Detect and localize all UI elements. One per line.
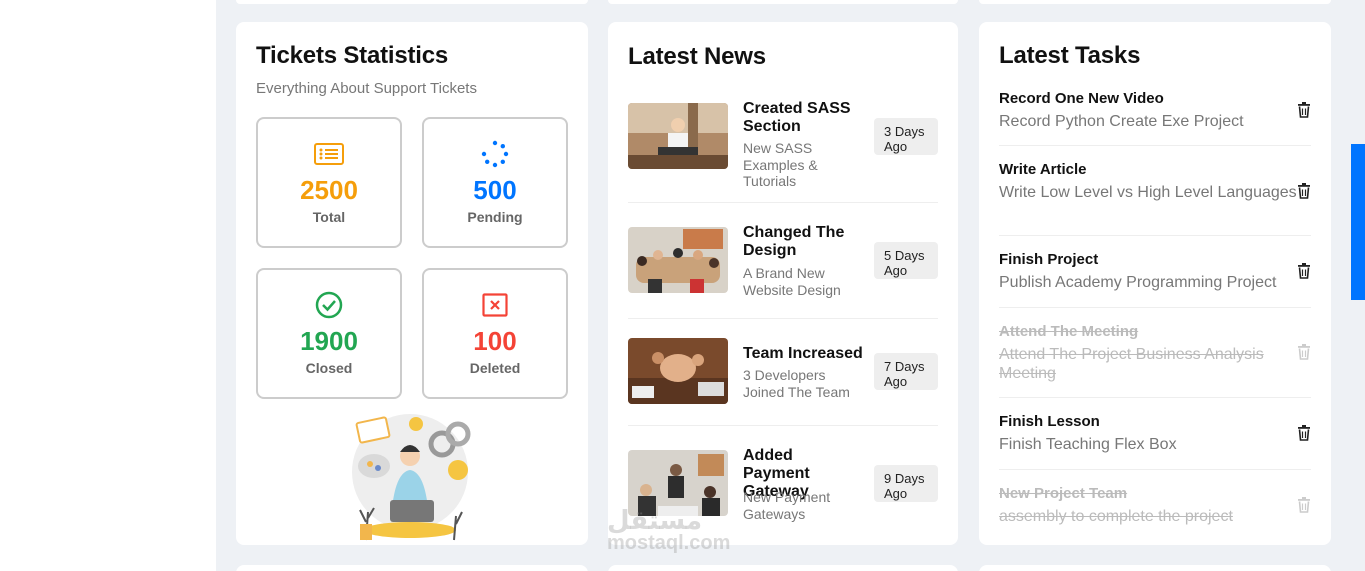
stat-total: 2500 Total bbox=[256, 117, 402, 248]
trash-icon[interactable] bbox=[1297, 497, 1311, 513]
list-icon bbox=[258, 141, 400, 167]
x-square-icon bbox=[424, 292, 566, 318]
news-item-date: 9 Days Ago bbox=[874, 465, 938, 502]
tickets-statistics-card: Tickets Statistics Everything About Supp… bbox=[236, 22, 588, 545]
divider bbox=[999, 469, 1311, 470]
watermark: مستقل mostaql.com bbox=[607, 505, 730, 555]
news-item-desc: New SASS Examples & Tutorials bbox=[743, 140, 818, 189]
task-item[interactable]: Finish Project Publish Academy Programmi… bbox=[999, 251, 1311, 292]
news-item-title: Changed The Design bbox=[743, 224, 845, 259]
tickets-subtitle: Everything About Support Tickets bbox=[256, 80, 477, 97]
task-title: Finish Project bbox=[999, 251, 1099, 268]
task-title: New Project Team bbox=[999, 485, 1128, 502]
stat-total-label: Total bbox=[312, 209, 346, 225]
trash-icon[interactable] bbox=[1297, 102, 1311, 118]
task-desc: Attend The Project Business Analysis Mee… bbox=[999, 346, 1264, 382]
news-image bbox=[628, 338, 728, 404]
task-item[interactable]: Write Article Write Low Level vs High Le… bbox=[999, 161, 1311, 202]
divider bbox=[999, 145, 1311, 146]
divider bbox=[999, 307, 1311, 308]
stat-pending: 500 Pending bbox=[422, 117, 568, 248]
news-title: Latest News bbox=[628, 43, 766, 70]
card-above-2 bbox=[608, 0, 958, 4]
side-scroll-indicator[interactable] bbox=[1351, 144, 1365, 300]
divider bbox=[999, 235, 1311, 236]
task-desc: Write Low Level vs High Level Languages bbox=[999, 184, 1297, 201]
news-item-desc: New Payment Gateways bbox=[743, 489, 831, 522]
stat-closed: 1900 Closed bbox=[256, 268, 402, 399]
card-below-3 bbox=[979, 565, 1331, 571]
latest-tasks-card: Latest Tasks Record One New Video Record… bbox=[979, 22, 1331, 545]
task-desc: assembly to complete the project bbox=[999, 508, 1233, 525]
support-illustration bbox=[346, 412, 486, 542]
news-image bbox=[628, 227, 728, 293]
stat-closed-value: 1900 bbox=[300, 326, 358, 356]
latest-news-card: Latest News Created SASS Section New SAS… bbox=[608, 22, 958, 545]
trash-icon[interactable] bbox=[1297, 183, 1311, 199]
trash-icon[interactable] bbox=[1297, 425, 1311, 441]
tasks-title: Latest Tasks bbox=[999, 42, 1141, 69]
divider bbox=[628, 318, 938, 319]
card-above-3 bbox=[979, 0, 1331, 4]
news-image bbox=[628, 103, 728, 169]
news-item-date: 5 Days Ago bbox=[874, 242, 938, 279]
stat-deleted: 100 Deleted bbox=[422, 268, 568, 399]
trash-icon[interactable] bbox=[1297, 344, 1311, 360]
trash-icon[interactable] bbox=[1297, 263, 1311, 279]
stat-closed-label: Closed bbox=[305, 360, 353, 376]
task-title: Finish Lesson bbox=[999, 413, 1100, 430]
task-item[interactable]: Attend The Meeting Attend The Project Bu… bbox=[999, 323, 1311, 383]
news-item-desc: A Brand New Website Design bbox=[743, 265, 841, 298]
news-item-desc: 3 Developers Joined The Team bbox=[743, 367, 850, 400]
sidebar bbox=[0, 0, 216, 571]
task-desc: Record Python Create Exe Project bbox=[999, 113, 1244, 130]
task-item[interactable]: New Project Team assembly to complete th… bbox=[999, 485, 1311, 526]
tickets-title: Tickets Statistics bbox=[256, 42, 449, 69]
news-item-date: 7 Days Ago bbox=[874, 353, 938, 390]
card-above-1 bbox=[236, 0, 588, 4]
card-below-1 bbox=[236, 565, 588, 571]
news-item-date: 3 Days Ago bbox=[874, 118, 938, 155]
task-item[interactable]: Finish Lesson Finish Teaching Flex Box bbox=[999, 413, 1311, 454]
watermark-latin: mostaql.com bbox=[607, 532, 731, 554]
divider bbox=[999, 397, 1311, 398]
task-title: Write Article bbox=[999, 161, 1087, 178]
news-item-title: Team Increased bbox=[743, 345, 863, 362]
stat-total-value: 2500 bbox=[300, 175, 358, 205]
task-title: Record One New Video bbox=[999, 90, 1164, 107]
divider bbox=[628, 425, 938, 426]
task-desc: Finish Teaching Flex Box bbox=[999, 436, 1177, 453]
stat-pending-label: Pending bbox=[467, 209, 523, 225]
stat-pending-value: 500 bbox=[473, 175, 517, 205]
divider bbox=[628, 202, 938, 203]
task-desc: Publish Academy Programming Project bbox=[999, 274, 1277, 291]
stat-deleted-label: Deleted bbox=[469, 360, 521, 376]
task-item[interactable]: Record One New Video Record Python Creat… bbox=[999, 90, 1311, 131]
task-title: Attend The Meeting bbox=[999, 323, 1139, 340]
card-below-2 bbox=[608, 565, 958, 571]
news-item-title: Created SASS Section bbox=[743, 100, 851, 135]
check-circle-icon bbox=[258, 291, 400, 319]
stat-deleted-value: 100 bbox=[473, 326, 517, 356]
spinner-icon bbox=[424, 140, 566, 168]
